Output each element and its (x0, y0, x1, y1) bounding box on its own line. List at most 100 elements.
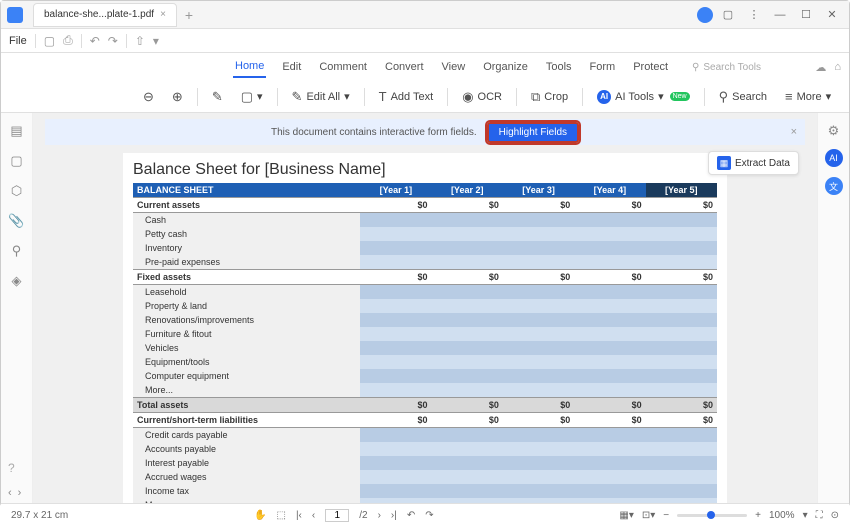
zoom-in-button[interactable]: ⊕ (168, 87, 187, 107)
menu-convert[interactable]: Convert (383, 57, 426, 77)
menu-organize[interactable]: Organize (481, 57, 530, 77)
separator (197, 88, 198, 106)
menu-comment[interactable]: Comment (317, 57, 369, 77)
last-page-icon[interactable]: ›| (391, 510, 397, 521)
thumbnail-icon[interactable]: ▤ (10, 123, 22, 139)
table-row: More... (133, 498, 717, 503)
settings-icon[interactable]: ⚙ (828, 123, 840, 139)
titlebar: balance-she...plate-1.pdf × + ▢ ⋮ — ☐ ✕ (1, 1, 849, 29)
highlighter-button[interactable]: ✎ (208, 87, 227, 107)
ocr-button[interactable]: ◉OCR (458, 87, 506, 107)
next-page-icon[interactable]: › (378, 510, 381, 521)
zoom-level: 100% (769, 510, 795, 521)
search-panel-icon[interactable]: ⚲ (12, 243, 22, 259)
shape-button[interactable]: ▢▾ (237, 87, 267, 107)
more-button[interactable]: ≡More▾ (781, 87, 835, 106)
zoom-out-button[interactable]: ⊖ (139, 87, 158, 107)
maximize-button[interactable]: ☐ (795, 4, 817, 26)
menu-view[interactable]: View (440, 57, 468, 77)
table-row: Property & land (133, 299, 717, 313)
separator (704, 88, 705, 106)
left-sidebar: ▤ ▢ ⬡ 📎 ⚲ ◈ (1, 113, 33, 503)
crop-button[interactable]: ⧉Crop (527, 87, 572, 107)
fit-width-icon[interactable]: ⊙ (831, 510, 839, 521)
search-icon: ⚲ (719, 89, 729, 105)
table-row: Inventory (133, 241, 717, 255)
search-button[interactable]: ⚲Search (715, 87, 771, 107)
prev-page-icon[interactable]: ‹ (312, 510, 315, 521)
select-tool-icon[interactable]: ⬚ (277, 510, 286, 521)
close-icon[interactable]: × (160, 9, 166, 20)
share-icon[interactable]: ⇧ (135, 34, 145, 48)
minimize-button[interactable]: — (769, 4, 791, 26)
search-tools[interactable]: ⚲ Search Tools (692, 62, 761, 73)
dropdown-icon[interactable]: ▾ (153, 34, 159, 48)
zoom-in-icon[interactable]: + (755, 510, 761, 521)
toolbar: ⊖ ⊕ ✎ ▢▾ ✎Edit All▾ TAdd Text ◉OCR ⧉Crop… (1, 81, 849, 113)
page-number-input[interactable] (325, 509, 349, 522)
extract-data-button[interactable]: ▦ Extract Data (708, 151, 799, 175)
ai-panel-icon[interactable]: AI (825, 149, 843, 167)
next-icon[interactable]: › (18, 487, 22, 499)
ocr-icon: ◉ (462, 89, 473, 105)
zoom-out-icon[interactable]: − (663, 510, 669, 521)
print-icon[interactable]: ⎙ (63, 33, 73, 48)
search-icon: ⚲ (692, 62, 699, 73)
menu-form[interactable]: Form (588, 57, 618, 77)
highlight-fields-button[interactable]: Highlight Fields (487, 122, 579, 143)
section-row: Current assets$0$0$0$0$0 (133, 198, 717, 213)
home-icon[interactable]: ⌂ (834, 61, 841, 74)
window-pane-icon[interactable]: ▢ (717, 4, 739, 26)
layers-icon[interactable]: ◈ (12, 273, 22, 289)
separator (277, 88, 278, 106)
separator (81, 34, 82, 48)
rotate-left-icon[interactable]: ↶ (407, 510, 415, 521)
attachment-icon[interactable]: 📎 (8, 213, 24, 229)
fit-page-icon[interactable]: ⊡▾ (642, 510, 655, 521)
first-page-icon[interactable]: |‹ (296, 510, 302, 521)
menu-edit[interactable]: Edit (280, 57, 303, 77)
close-window-button[interactable]: ✕ (821, 4, 843, 26)
menu-icon: ≡ (785, 89, 793, 104)
table-row: Renovations/improvements (133, 313, 717, 327)
separator (447, 88, 448, 106)
cloud-icon[interactable]: ☁ (815, 61, 826, 74)
banner-close-icon[interactable]: × (791, 126, 797, 138)
section-row: Current/short-term liabilities$0$0$0$0$0 (133, 413, 717, 428)
right-sidebar: ⚙ AI 文 (817, 113, 849, 503)
rotate-right-icon[interactable]: ↷ (425, 510, 433, 521)
zoom-slider[interactable] (677, 514, 747, 517)
user-avatar[interactable] (697, 7, 713, 23)
file-menu[interactable]: File (9, 35, 27, 47)
menu-tools[interactable]: Tools (544, 57, 574, 77)
help-icon[interactable]: ? (8, 461, 15, 475)
table-row: Credit cards payable (133, 428, 717, 443)
document-area: This document contains interactive form … (33, 113, 817, 503)
ai-tools-button[interactable]: AIAI Tools▾New (593, 88, 693, 106)
quick-access-bar: File ▢ ⎙ ↶ ↷ ⇧ ▾ (1, 29, 849, 53)
save-icon[interactable]: ▢ (44, 34, 55, 48)
add-tab-button[interactable]: + (185, 7, 193, 23)
banner-text: This document contains interactive form … (271, 127, 477, 138)
window-more-icon[interactable]: ⋮ (743, 4, 765, 26)
form-fields-banner: This document contains interactive form … (45, 119, 805, 145)
hand-tool-icon[interactable]: ✋ (254, 510, 266, 521)
menu-home[interactable]: Home (233, 56, 266, 78)
main-area: ▤ ▢ ⬡ 📎 ⚲ ◈ This document contains inter… (1, 113, 849, 503)
undo-icon[interactable]: ↶ (90, 34, 100, 48)
ai-icon: AI (597, 90, 611, 104)
redo-icon[interactable]: ↷ (108, 34, 118, 48)
section-row: Fixed assets$0$0$0$0$0 (133, 270, 717, 285)
header-year: [Year 2] (432, 183, 503, 198)
prev-icon[interactable]: ‹ (8, 487, 12, 499)
view-mode-icon[interactable]: ▦▾ (619, 510, 633, 521)
shield-icon[interactable]: ⬡ (11, 183, 22, 199)
edit-all-button[interactable]: ✎Edit All▾ (288, 87, 354, 107)
add-text-button[interactable]: TAdd Text (375, 87, 438, 106)
document-tab[interactable]: balance-she...plate-1.pdf × (33, 3, 177, 27)
bookmark-icon[interactable]: ▢ (10, 153, 22, 169)
menu-protect[interactable]: Protect (631, 57, 670, 77)
separator (516, 88, 517, 106)
fullscreen-icon[interactable]: ⛶ (816, 510, 823, 521)
translate-icon[interactable]: 文 (825, 177, 843, 195)
